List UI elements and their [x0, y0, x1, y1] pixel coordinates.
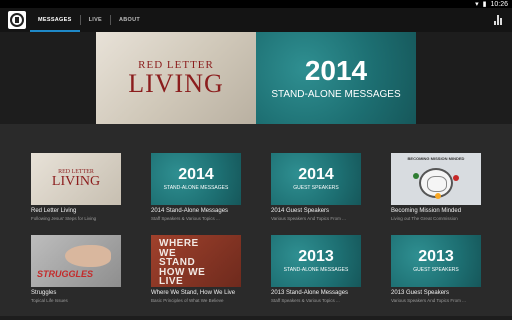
status-bar: ▾ ▮ 10:26: [0, 0, 512, 8]
series-card[interactable]: 2014 STAND-ALONE MESSAGES 2014 Stand-Alo…: [151, 153, 241, 221]
tab-label: MESSAGES: [38, 17, 72, 23]
series-card[interactable]: BECOMING MISSION MINDED Becoming Mission…: [391, 153, 481, 221]
thumb-art-year: 2013: [418, 248, 454, 265]
featured-banner: RED LETTER LIVING 2014 STAND-ALONE MESSA…: [0, 32, 512, 124]
series-title: Red Letter Living: [31, 208, 77, 214]
tab-label: ABOUT: [119, 17, 141, 23]
featured-image[interactable]: RED LETTER LIVING 2014 STAND-ALONE MESSA…: [96, 32, 416, 124]
app-logo[interactable]: [8, 11, 26, 29]
series-subtitle: Following Jesus' Steps for Living: [31, 216, 97, 222]
thumb-art-word: STRUGGLES: [37, 269, 94, 279]
series-title: 2014 Stand-Alone Messages: [151, 208, 229, 214]
series-card[interactable]: 2014 GUEST SPEAKERS 2014 Guest Speakers …: [271, 153, 361, 221]
thumb-art-year: 2014: [178, 166, 214, 183]
series-card[interactable]: 2013 GUEST SPEAKERS 2013 Guest Speakers …: [391, 235, 481, 303]
series-subtitle: Various Speakers And Topics From ...: [391, 298, 466, 304]
thumb-art-sub: STAND-ALONE MESSAGES: [283, 267, 349, 273]
series-subtitle: Various Speakers And Topics From ...: [271, 216, 346, 222]
thumb-art-sub: GUEST SPEAKERS: [293, 185, 339, 191]
series-grid: RED LETTER LIVING Red Letter Living Foll…: [0, 124, 512, 320]
dot-icon: [413, 173, 419, 179]
series-subtitle: Staff Speakers & Various Topics ...: [271, 298, 340, 304]
series-title: 2014 Guest Speakers: [271, 208, 330, 214]
app-bar: MESSAGES LIVE ABOUT: [0, 8, 512, 32]
hero-series-art-2014: 2014 STAND-ALONE MESSAGES: [256, 32, 416, 124]
thumb-art-lines: WHERE WE STAND HOW WE LIVE: [159, 239, 205, 287]
signal-icon: ▾: [475, 1, 479, 8]
thumb-art-year: 2013: [298, 248, 334, 265]
series-card[interactable]: 2013 STAND-ALONE MESSAGES 2013 Stand-Alo…: [271, 235, 361, 303]
series-thumbnail: 2013 STAND-ALONE MESSAGES: [271, 235, 361, 287]
series-subtitle: Basic Principles of What We Believe: [151, 298, 224, 304]
hero-year: 2014: [304, 54, 368, 86]
hand-graphic: [65, 245, 111, 267]
series-subtitle: Topical Life Issues: [31, 298, 68, 304]
series-thumbnail: STRUGGLES: [31, 235, 121, 287]
thumb-art-sub: GUEST SPEAKERS: [413, 267, 459, 273]
series-thumbnail: WHERE WE STAND HOW WE LIVE: [151, 235, 241, 287]
series-title: Where We Stand, How We Live: [151, 290, 236, 296]
tab-messages[interactable]: MESSAGES: [30, 8, 80, 32]
series-thumbnail: RED LETTER LIVING: [31, 153, 121, 205]
series-subtitle: Living out The Great Commission: [391, 216, 458, 222]
status-time: 10:26: [490, 0, 508, 8]
series-thumbnail: BECOMING MISSION MINDED: [391, 153, 481, 205]
thumb-art-big: LIVING: [51, 174, 101, 189]
dot-icon: [435, 193, 441, 199]
logo-icon: [10, 13, 24, 27]
thumb-art-head: BECOMING MISSION MINDED: [407, 156, 465, 161]
tab-live[interactable]: LIVE: [81, 8, 110, 32]
next-row-peek: [0, 316, 512, 320]
series-subtitle: Staff Speakers & Various Topics ...: [151, 216, 220, 222]
series-title: Becoming Mission Minded: [391, 208, 462, 214]
series-card[interactable]: WHERE WE STAND HOW WE LIVE Where We Stan…: [151, 235, 241, 303]
series-thumbnail: 2014 STAND-ALONE MESSAGES: [151, 153, 241, 205]
thumb-art-sub: STAND-ALONE MESSAGES: [163, 185, 229, 191]
series-thumbnail: 2014 GUEST SPEAKERS: [271, 153, 361, 205]
tab-about[interactable]: ABOUT: [111, 8, 148, 32]
dot-icon: [453, 175, 459, 181]
thumb-art-year: 2014: [298, 166, 334, 183]
status-icons: ▾ ▮ 10:26: [475, 0, 508, 9]
series-title: Struggles: [31, 290, 57, 296]
series-title: 2013 Stand-Alone Messages: [271, 290, 349, 296]
tab-bar: MESSAGES LIVE ABOUT: [30, 8, 148, 32]
hero-art-big: LIVING: [128, 69, 224, 98]
tab-label: LIVE: [88, 17, 103, 23]
series-card[interactable]: STRUGGLES Struggles Topical Life Issues: [31, 235, 121, 303]
series-thumbnail: 2013 GUEST SPEAKERS: [391, 235, 481, 287]
bar-chart-icon[interactable]: [494, 15, 502, 25]
series-card[interactable]: RED LETTER LIVING Red Letter Living Foll…: [31, 153, 121, 221]
art-line: LIVE: [159, 276, 184, 287]
battery-icon: ▮: [482, 1, 487, 8]
hero-series-art: RED LETTER LIVING: [96, 32, 256, 124]
series-title: 2013 Guest Speakers: [391, 290, 450, 296]
hero-sub: STAND-ALONE MESSAGES: [271, 88, 401, 100]
